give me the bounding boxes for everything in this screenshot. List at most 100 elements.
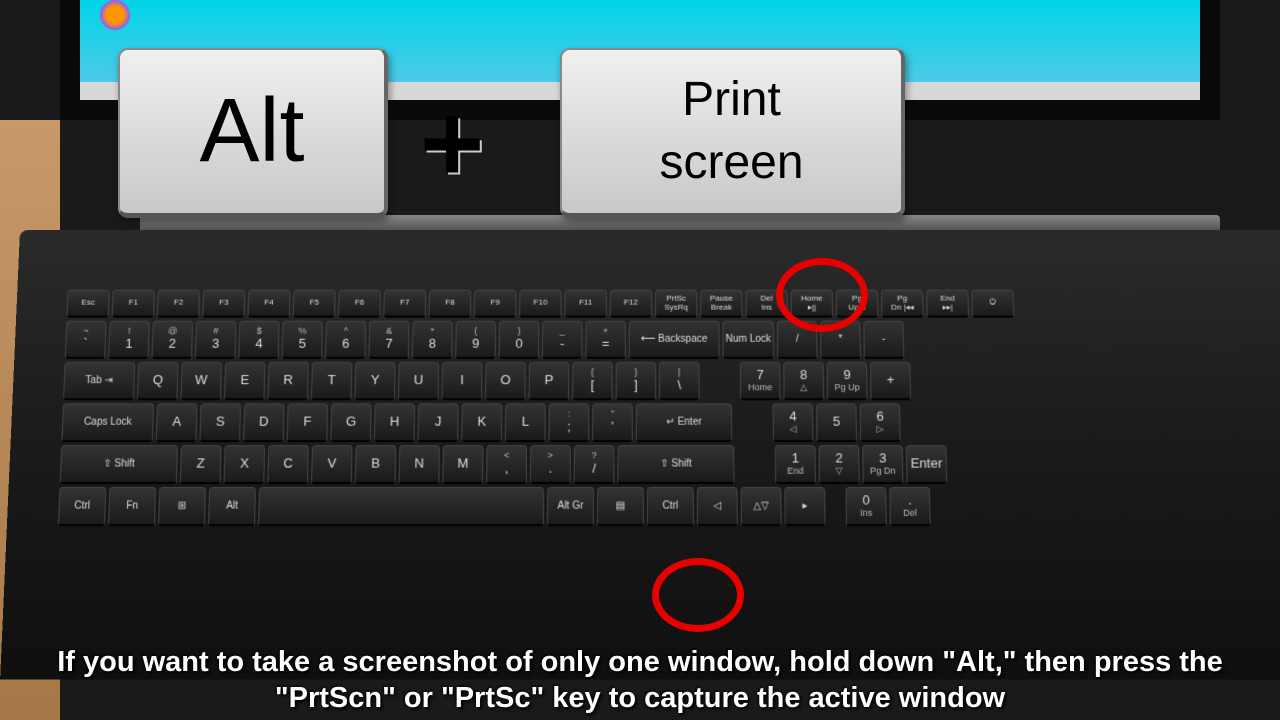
capslock-key[interactable]: Caps Lock <box>61 403 154 442</box>
numpad-key[interactable]: 6▷ <box>860 403 901 442</box>
key-alt-gr[interactable]: Alt Gr <box>547 487 594 526</box>
key-p[interactable]: P <box>529 362 570 400</box>
key-prtsc[interactable]: PrtScSysRq <box>655 290 697 318</box>
key-f2[interactable]: F2 <box>157 290 200 318</box>
arrow-key[interactable]: △▽ <box>741 487 782 526</box>
numpad-key[interactable]: 8△ <box>783 362 824 400</box>
numpad-key[interactable]: 7Home <box>740 362 781 400</box>
key-8[interactable]: *8 <box>412 321 453 359</box>
numpad-key[interactable]: - <box>863 321 904 359</box>
key-pause[interactable]: PauseBreak <box>700 290 742 318</box>
numpad-key[interactable]: Enter <box>906 445 947 484</box>
key-g[interactable]: G <box>330 403 371 442</box>
key-6[interactable]: ^6 <box>325 321 366 359</box>
key-a[interactable]: A <box>156 403 198 442</box>
key-2[interactable]: @2 <box>152 321 194 359</box>
key-pg[interactable]: PgDn |◂◂ <box>881 290 924 318</box>
key-f8[interactable]: F8 <box>429 290 472 318</box>
key-`[interactable]: ~` <box>65 321 107 359</box>
key-s[interactable]: S <box>199 403 241 442</box>
key-n[interactable]: N <box>399 445 440 484</box>
numlock-key[interactable]: Num Lock <box>722 321 774 359</box>
key-end[interactable]: End▸▸| <box>926 290 969 318</box>
punct-key[interactable]: >. <box>530 445 571 484</box>
key-r[interactable]: R <box>267 362 308 400</box>
numpad-key[interactable]: 9Pg Up <box>827 362 868 400</box>
key-f4[interactable]: F4 <box>248 290 291 318</box>
tab-key[interactable]: Tab ⇥ <box>63 362 135 400</box>
key-c[interactable]: C <box>267 445 309 484</box>
key-⊞[interactable]: ⊞ <box>158 487 206 526</box>
key-e[interactable]: E <box>224 362 266 400</box>
punct-key[interactable]: <, <box>486 445 527 484</box>
numpad-key[interactable]: .Del <box>889 487 930 526</box>
key-x[interactable]: X <box>224 445 266 484</box>
numpad-key[interactable]: 0Ins <box>845 487 886 526</box>
key-0[interactable]: )0 <box>499 321 540 359</box>
punct-key[interactable]: ?/ <box>574 445 615 484</box>
numpad-key[interactable]: 4◁ <box>772 403 813 442</box>
arrow-key[interactable]: ◁ <box>697 487 738 526</box>
punct-key[interactable]: "' <box>592 403 633 442</box>
key-u[interactable]: U <box>398 362 439 400</box>
bracket-key[interactable]: {[ <box>572 362 613 400</box>
key-fn[interactable]: Fn <box>108 487 156 526</box>
alt-key-label: Alt <box>199 80 304 183</box>
key-q[interactable]: Q <box>137 362 179 400</box>
shift-key-right[interactable]: ⇧ Shift <box>617 445 734 484</box>
key-ctrl[interactable]: Ctrl <box>647 487 694 526</box>
key-▤[interactable]: ▤ <box>597 487 644 526</box>
numpad-key[interactable]: 2▽ <box>819 445 860 484</box>
key-⏻[interactable]: ⏻ <box>971 290 1014 318</box>
key-4[interactable]: $4 <box>238 321 279 359</box>
key-1[interactable]: !1 <box>108 321 150 359</box>
key-ctrl[interactable]: Ctrl <box>58 487 106 526</box>
key-alt[interactable]: Alt <box>208 487 256 526</box>
key-b[interactable]: B <box>355 445 396 484</box>
key-i[interactable]: I <box>442 362 483 400</box>
key-7[interactable]: &7 <box>368 321 409 359</box>
key-y[interactable]: Y <box>355 362 396 400</box>
numpad-key[interactable]: 3Pg Dn <box>862 445 903 484</box>
key-j[interactable]: J <box>418 403 459 442</box>
key-esc[interactable]: Esc <box>66 290 109 318</box>
key-f11[interactable]: F11 <box>564 290 606 318</box>
key-t[interactable]: T <box>311 362 352 400</box>
key-f5[interactable]: F5 <box>293 290 336 318</box>
key-5[interactable]: %5 <box>282 321 323 359</box>
key-f9[interactable]: F9 <box>474 290 517 318</box>
key-f7[interactable]: F7 <box>383 290 426 318</box>
punct-key[interactable]: :; <box>549 403 590 442</box>
key-f1[interactable]: F1 <box>112 290 155 318</box>
spacebar-key[interactable] <box>258 487 544 526</box>
numpad-key[interactable]: + <box>870 362 911 400</box>
bracket-key[interactable]: }] <box>616 362 656 400</box>
key-3[interactable]: #3 <box>195 321 236 359</box>
key-f6[interactable]: F6 <box>338 290 381 318</box>
key-=[interactable]: += <box>585 321 625 359</box>
key-f12[interactable]: F12 <box>610 290 652 318</box>
function-key-row: EscF1F2F3F4F5F6F7F8F9F10F11F12PrtScSysRq… <box>66 290 1263 318</box>
numpad-key[interactable]: 1End <box>775 445 816 484</box>
key-d[interactable]: D <box>243 403 285 442</box>
arrow-key[interactable]: ▸ <box>784 487 825 526</box>
shift-key-left[interactable]: ⇧ Shift <box>60 445 178 484</box>
key-k[interactable]: K <box>461 403 502 442</box>
key-f10[interactable]: F10 <box>519 290 561 318</box>
key-f3[interactable]: F3 <box>202 290 245 318</box>
numpad-key[interactable]: 5 <box>816 403 857 442</box>
key--[interactable]: _- <box>542 321 583 359</box>
enter-key[interactable]: ↵ Enter <box>636 403 732 442</box>
print-label-line1: Print <box>682 69 781 131</box>
key-l[interactable]: L <box>505 403 546 442</box>
bracket-key[interactable]: |\ <box>659 362 700 400</box>
key-z[interactable]: Z <box>180 445 222 484</box>
key-w[interactable]: W <box>180 362 222 400</box>
key-v[interactable]: V <box>311 445 353 484</box>
key-h[interactable]: H <box>374 403 415 442</box>
key-f[interactable]: F <box>287 403 328 442</box>
backspace-key[interactable]: ⟵ Backspace <box>629 321 720 359</box>
key-o[interactable]: O <box>485 362 526 400</box>
key-9[interactable]: (9 <box>455 321 496 359</box>
key-m[interactable]: M <box>442 445 483 484</box>
